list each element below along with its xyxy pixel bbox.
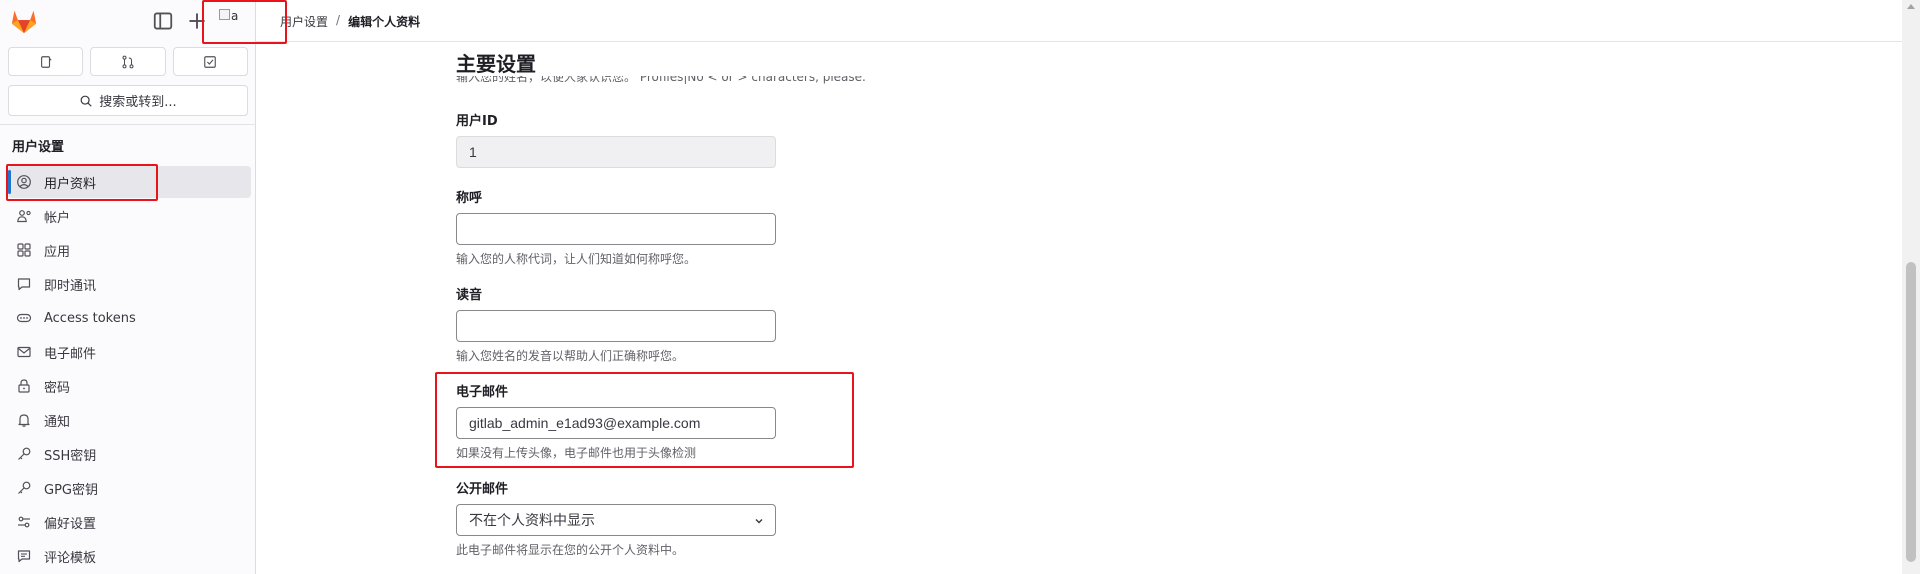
sidebar-item-profile[interactable]: 用户资料 — [8, 166, 251, 198]
sidebar-item-label: 评论模板 — [44, 550, 97, 566]
pronouns-input[interactable] — [456, 213, 776, 245]
chevron-down-icon — [755, 519, 763, 524]
preferences-icon — [18, 516, 30, 528]
search-icon — [80, 95, 92, 107]
bell-icon — [18, 414, 30, 427]
chat-icon — [17, 278, 31, 291]
sidebar-item-notifications[interactable]: 通知 — [8, 404, 251, 436]
sidebar-item-label: 通知 — [44, 414, 71, 430]
sidebar-item-label: Access tokens — [44, 310, 136, 326]
pronunciation-label: 读音 — [456, 288, 483, 303]
sidebar-nav: 用户资料 帐户 应用 即时通讯 Access tokens 电子邮件 密码 通知… — [8, 166, 251, 574]
plus-icon[interactable] — [186, 10, 208, 32]
sidebar-item-label: 即时通讯 — [44, 278, 97, 294]
merge-request-icon — [122, 55, 134, 68]
public-email-select[interactable]: 不在个人资料中显示 — [456, 504, 776, 536]
sidebar-item-label: 应用 — [44, 244, 71, 260]
key-icon — [18, 481, 31, 494]
sidebar-item-comment-templates[interactable]: 评论模板 — [8, 540, 251, 572]
issues-button[interactable] — [8, 47, 84, 76]
search-button[interactable]: 搜索或转到... — [8, 85, 248, 116]
avatar-alt-text: a — [231, 9, 239, 23]
applications-icon — [17, 243, 31, 257]
pronunciation-input[interactable] — [456, 310, 776, 342]
sidebar-item-label: 偏好设置 — [44, 516, 97, 532]
breadcrumb: 用户设置 / 编辑个人资料 — [280, 13, 420, 30]
sidebar-item-chat[interactable]: 即时通讯 — [8, 268, 251, 300]
page-scrollbar[interactable] — [1902, 0, 1920, 574]
account-icon — [17, 210, 31, 223]
user-id-field: 1 — [456, 136, 776, 168]
name-help-text: 输入您的姓名，以便人家认识您。 Profiles|No < or > chara… — [456, 76, 1056, 84]
sidebar-item-account[interactable]: 帐户 — [8, 200, 251, 232]
issues-icon — [40, 55, 52, 68]
public-email-selected-value: 不在个人资料中显示 — [469, 512, 595, 528]
sidebar-item-label: 帐户 — [44, 210, 71, 226]
token-icon — [16, 313, 32, 323]
profile-icon — [17, 175, 31, 189]
main-content: 主要设置 输入您的姓名，以便人家认识您。 Profiles|No < or > … — [456, 42, 1256, 574]
scrollbar-thumb[interactable] — [1906, 262, 1916, 562]
sidebar-item-label: GPG密钥 — [44, 482, 98, 498]
sidebar-item-gpg-keys[interactable]: GPG密钥 — [8, 472, 251, 504]
sidebar-header — [0, 0, 256, 42]
quick-actions — [8, 47, 248, 76]
sidebar-item-access-tokens[interactable]: Access tokens — [8, 302, 251, 334]
sidebar: 搜索或转到... 用户设置 用户资料 帐户 应用 即时通讯 Access tok… — [0, 0, 256, 574]
sidebar-item-label: 电子邮件 — [44, 346, 97, 362]
email-help: 如果没有上传头像，电子邮件也用于头像检测 — [456, 446, 697, 460]
sidebar-item-password[interactable]: 密码 — [8, 370, 251, 402]
sidebar-toggle-icon[interactable] — [152, 10, 174, 32]
scroll-up-arrow[interactable] — [1907, 4, 1915, 9]
pronunciation-help: 输入您姓名的发音以帮助人们正确称呼您。 — [456, 349, 685, 363]
key-icon — [18, 447, 31, 460]
sidebar-item-label: 用户资料 — [44, 176, 97, 192]
sidebar-item-label: SSH密钥 — [44, 448, 97, 464]
public-email-label: 公开邮件 — [456, 482, 509, 497]
breadcrumb-edit-profile[interactable]: 编辑个人资料 — [348, 13, 420, 30]
breadcrumb-user-settings[interactable]: 用户设置 — [280, 13, 328, 30]
email-input[interactable]: gitlab_admin_e1ad93@example.com — [456, 407, 776, 439]
email-label: 电子邮件 — [456, 385, 509, 400]
mail-icon — [17, 346, 31, 358]
user-id-label: 用户ID — [456, 114, 498, 129]
pronouns-label: 称呼 — [456, 191, 483, 206]
comment-template-icon — [17, 550, 31, 563]
sidebar-item-ssh-keys[interactable]: SSH密钥 — [8, 438, 251, 470]
gitlab-logo[interactable] — [10, 8, 38, 34]
merge-requests-button[interactable] — [90, 47, 166, 76]
sidebar-item-applications[interactable]: 应用 — [8, 234, 251, 266]
name-help-text-content: 输入您的姓名，以便人家认识您。 Profiles|No < or > chara… — [456, 76, 866, 84]
sidebar-item-emails[interactable]: 电子邮件 — [8, 336, 251, 368]
lock-icon — [18, 379, 30, 393]
section-title: 主要设置 — [456, 52, 536, 76]
todo-icon — [204, 55, 217, 68]
sidebar-item-label: 密码 — [44, 380, 71, 396]
public-email-help: 此电子邮件将显示在您的公开个人资料中。 — [456, 543, 685, 557]
sidebar-section-heading: 用户设置 — [12, 140, 65, 155]
sidebar-item-preferences[interactable]: 偏好设置 — [8, 506, 251, 538]
todos-button[interactable] — [172, 47, 248, 76]
broken-image-icon — [219, 9, 230, 20]
sidebar-divider — [0, 124, 256, 125]
search-button-label: 搜索或转到... — [99, 95, 177, 110]
broken-avatar-image[interactable]: a — [219, 9, 239, 29]
breadcrumb-separator: / — [336, 13, 341, 27]
pronouns-help: 输入您的人称代词，让人们知道如何称呼您。 — [456, 252, 697, 266]
top-bar: 用户设置 / 编辑个人资料 — [256, 0, 1902, 42]
